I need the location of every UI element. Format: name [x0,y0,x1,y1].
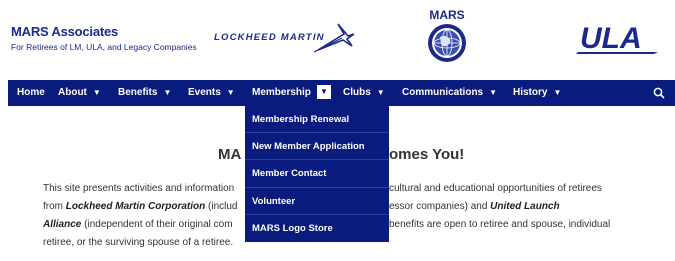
text-fragment: essor companies) and [389,201,491,212]
globe-icon [428,24,466,62]
text-fragment: (includ [205,201,238,212]
brand-title[interactable]: MARS Associates [11,24,197,39]
membership-dropdown: Membership Renewal New Member Applicatio… [245,106,389,242]
brand-subtitle: For Retirees of LM, ULA, and Legacy Comp… [11,42,197,52]
text-emphasis: United Launch [490,201,560,212]
ula-logo[interactable]: ULA [576,20,660,54]
para-line-3: Alliance (independent of their original … [43,219,233,230]
page-title-right: omes You! [389,146,465,163]
chevron-down-icon[interactable]: ▼ [316,85,331,100]
text-fragment: benefits are open to retiree and spouse,… [389,219,611,230]
nav-item-about[interactable]: About ▼ [58,80,101,106]
text-emphasis: Alliance [43,219,82,230]
chevron-down-icon: ▼ [553,88,562,97]
text-fragment: from [43,201,66,212]
nav-item-benefits[interactable]: Benefits ▼ [118,80,171,106]
para-line-3b: benefits are open to retiree and spouse,… [389,219,610,230]
nav-item-label: Benefits [118,87,158,98]
nav-item-clubs[interactable]: Clubs ▼ [343,80,385,106]
nav-item-label: About [58,87,87,98]
mars-logo[interactable]: MARS [419,8,475,70]
search-icon[interactable] [653,87,665,99]
nav-item-label: Clubs [343,87,371,98]
text-fragment: retiree, or the surviving spouse of a re… [43,237,234,248]
chevron-down-icon: ▼ [376,88,385,97]
para-line-4: retiree, or the surviving spouse of a re… [43,237,233,248]
nav-item-label: Home [17,87,45,98]
page-title-left: MA [218,146,242,163]
para-line-1: This site presents activities and inform… [43,183,234,194]
text-emphasis: Lockheed Martin Corporation [65,201,206,212]
chevron-down-icon: ▼ [489,88,498,97]
text-fragment: (independent of their original com [81,219,233,230]
chevron-down-icon: ▼ [226,88,235,97]
nav-item-label: Events [188,87,221,98]
nav-item-label: Membership [252,87,311,98]
para-line-1b: cultural and educational opportunities o… [389,183,602,194]
para-line-2: from Lockheed Martin Corporation (includ [43,201,237,212]
nav-item-home[interactable]: Home [17,80,45,106]
nav-item-events[interactable]: Events ▼ [188,80,235,106]
menu-item-member-contact[interactable]: Member Contact [245,160,389,188]
nav-item-communications[interactable]: Communications ▼ [402,80,497,106]
text-fragment: cultural and educational opportunities o… [389,183,602,194]
lockheed-star-icon [314,23,355,53]
site-header: MARS Associates For Retirees of LM, ULA,… [0,0,675,76]
para-line-2b: essor companies) and United Launch [389,201,560,212]
menu-item-new-member-application[interactable]: New Member Application [245,133,389,161]
text-fragment: This site presents activities and inform… [43,183,235,194]
menu-item-volunteer[interactable]: Volunteer [245,188,389,215]
menu-item-mars-logo-store[interactable]: MARS Logo Store [245,215,389,242]
nav-item-membership[interactable]: Membership ▼ [252,80,331,106]
lockheed-martin-logo-text: LOCKHEED MARTIN [214,32,325,43]
nav-item-label: Communications [402,87,484,98]
mars-logo-text: MARS [429,8,465,22]
ula-logo-text: ULA [580,22,642,54]
chevron-down-icon: ▼ [92,88,101,97]
nav-item-label: History [513,87,548,98]
lockheed-martin-logo[interactable]: LOCKHEED MARTIN [214,20,356,54]
brand[interactable]: MARS Associates For Retirees of LM, ULA,… [11,24,197,52]
menu-item-membership-renewal[interactable]: Membership Renewal [245,106,389,134]
nav-item-history[interactable]: History ▼ [513,80,561,106]
chevron-down-icon: ▼ [163,88,172,97]
main-nav: Home About ▼ Benefits ▼ Events ▼ Membership… [8,80,675,106]
